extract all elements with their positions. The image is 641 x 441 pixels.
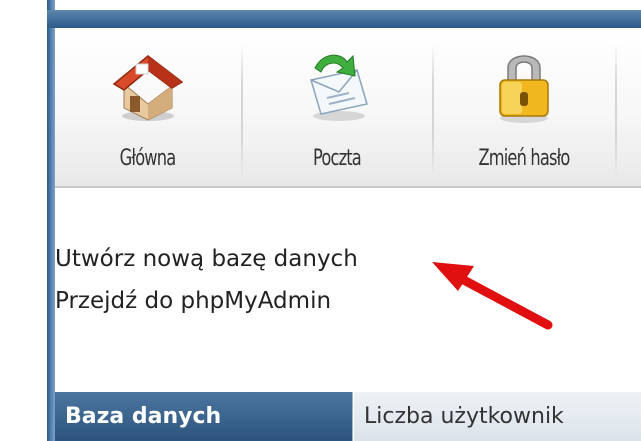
toolbar-label-mail: Poczta xyxy=(313,146,362,171)
column-header-user-count[interactable]: Liczba użytkownik xyxy=(353,392,641,441)
main-toolbar: Główna Poczta Zmień hasło xyxy=(55,28,641,188)
database-table-header: Baza danych Liczba użytkownik xyxy=(55,392,641,441)
mail-icon xyxy=(310,54,368,121)
create-database-link[interactable]: Utwórz nową bazę danych xyxy=(55,246,358,272)
toolbar-separator xyxy=(615,44,617,179)
toolbar-label-change-password: Zmień hasło xyxy=(478,146,570,171)
frame-top-border xyxy=(47,10,641,28)
frame-left-border xyxy=(47,0,55,441)
page-margin xyxy=(0,0,47,441)
toolbar-item-home[interactable]: Główna xyxy=(55,28,240,186)
home-icon xyxy=(112,55,183,121)
phpmyadmin-link[interactable]: Przejdź do phpMyAdmin xyxy=(55,288,331,314)
content-area: Utwórz nową bazę danych Przejdź do phpMy… xyxy=(55,190,641,390)
column-header-database[interactable]: Baza danych xyxy=(55,392,353,441)
toolbar-item-change-password[interactable]: Zmień hasło xyxy=(434,28,614,186)
padlock-icon xyxy=(499,55,549,123)
toolbar-label-home: Główna xyxy=(119,146,177,171)
toolbar-item-mail[interactable]: Poczta xyxy=(243,28,431,186)
